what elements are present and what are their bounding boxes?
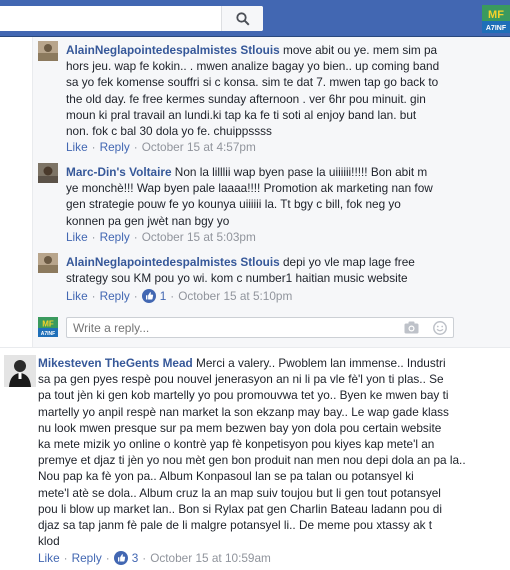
like-link[interactable]: Like [38, 551, 60, 565]
timestamp-link[interactable]: October 15 at 10:59am [150, 551, 271, 565]
comment-author-link[interactable]: AlainNeglapointedespalmistes Stlouis [66, 43, 280, 57]
thumbs-up-icon [141, 289, 156, 303]
search-icon [235, 11, 250, 26]
user-photo-icon [38, 253, 58, 273]
thumbs-up-icon [113, 551, 128, 565]
user-photo-icon [38, 163, 58, 183]
search-button[interactable] [221, 6, 263, 31]
avatar[interactable] [38, 41, 58, 61]
top-navigation-bar: MF A7INF [0, 0, 510, 37]
timestamp-link[interactable]: October 15 at 5:03pm [142, 230, 256, 244]
like-link[interactable]: Like [66, 289, 88, 303]
reply-body: AlainNeglapointedespalmistes Stlouis mov… [66, 43, 440, 139]
timestamp-link[interactable]: October 15 at 4:57pm [142, 140, 256, 154]
like-count[interactable]: 1 [160, 289, 167, 303]
comment-actions: Like · Reply · October 15 at 4:57pm [66, 140, 256, 154]
search-box[interactable] [0, 6, 263, 31]
comment-actions: Like · Reply · October 15 at 5:03pm [66, 230, 256, 244]
comment-actions: Like · Reply · 3 · October 15 at 10:59am [38, 551, 271, 565]
like-link[interactable]: Like [66, 140, 88, 154]
reply-input[interactable] [67, 318, 397, 337]
comment-author-link[interactable]: Marc-Din's Voltaire [66, 165, 172, 179]
profile-logo-icon: MF A7INF [38, 317, 58, 337]
comment-actions: Like · Reply · 1 · October 15 at 5:10pm [66, 289, 293, 303]
like-count[interactable]: 3 [132, 551, 139, 565]
user-photo-icon [38, 41, 58, 61]
reply-body: Marc-Din's Voltaire Non la lilllii wap b… [66, 165, 433, 228]
emoji-icon[interactable] [433, 321, 447, 335]
avatar[interactable] [4, 355, 36, 387]
like-link[interactable]: Like [66, 230, 88, 244]
comment-author-link[interactable]: AlainNeglapointedespalmistes Stlouis [66, 255, 280, 269]
svg-text:A7INF: A7INF [41, 331, 55, 337]
svg-text:A7INF: A7INF [486, 25, 507, 32]
avatar[interactable] [38, 163, 58, 183]
comment-author-link[interactable]: Mikesteven TheGents Mead [38, 356, 193, 370]
svg-text:MF: MF [488, 9, 504, 21]
reply-link[interactable]: Reply [100, 230, 130, 244]
divider [0, 347, 510, 348]
camera-icon[interactable] [404, 321, 419, 334]
reply-input-box[interactable] [66, 317, 454, 338]
user-photo-icon [4, 355, 36, 387]
profile-avatar[interactable]: MF A7INF [482, 5, 510, 33]
reply-body: AlainNeglapointedespalmistes Stlouis dep… [66, 255, 415, 286]
profile-logo-icon: MF A7INF [482, 5, 510, 33]
timestamp-link[interactable]: October 15 at 5:10pm [178, 289, 292, 303]
avatar[interactable] [38, 253, 58, 273]
reply-link[interactable]: Reply [100, 140, 130, 154]
my-avatar: MF A7INF [38, 317, 58, 337]
comment-body: Mikesteven TheGents Mead Merci a valery.… [38, 356, 466, 549]
svg-text:MF: MF [42, 320, 54, 329]
reply-link[interactable]: Reply [100, 289, 130, 303]
reply-link[interactable]: Reply [72, 551, 102, 565]
